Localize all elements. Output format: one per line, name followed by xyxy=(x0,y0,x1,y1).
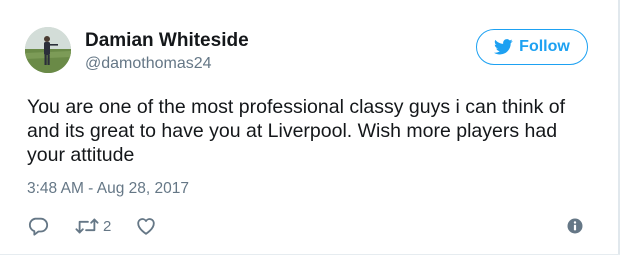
user-handle[interactable]: @damothomas24 xyxy=(85,55,212,73)
tweet-timestamp[interactable]: 3:48 AM - Aug 28, 2017 xyxy=(27,180,189,198)
tweet-actions: 2 xyxy=(27,213,157,239)
retweet-count: 2 xyxy=(103,217,112,235)
tweet-text-line: your attitude xyxy=(27,144,135,166)
retweet-button[interactable]: 2 xyxy=(75,216,111,236)
reply-icon xyxy=(28,217,49,236)
avatar-photo-icon xyxy=(25,27,71,73)
tweet-text-line: You are one of the most professional cla… xyxy=(27,96,566,118)
follow-button[interactable]: Follow xyxy=(476,29,588,65)
info-icon[interactable] xyxy=(567,218,583,234)
info-circle-icon xyxy=(567,218,583,234)
reply-button[interactable] xyxy=(27,215,49,237)
retweet-icon xyxy=(75,218,99,234)
tweet-text: You are one of the most professional cla… xyxy=(27,95,597,167)
tweet-card: Damian Whiteside @damothomas24 Follow Yo… xyxy=(0,0,620,255)
avatar[interactable] xyxy=(25,27,71,73)
display-name[interactable]: Damian Whiteside xyxy=(85,30,249,52)
tweet-text-line: and its great to have you at Liverpool. … xyxy=(27,120,558,142)
like-button[interactable] xyxy=(135,215,157,237)
heart-icon xyxy=(137,218,156,235)
twitter-bird-icon xyxy=(494,39,513,55)
follow-button-label: Follow xyxy=(519,38,570,55)
